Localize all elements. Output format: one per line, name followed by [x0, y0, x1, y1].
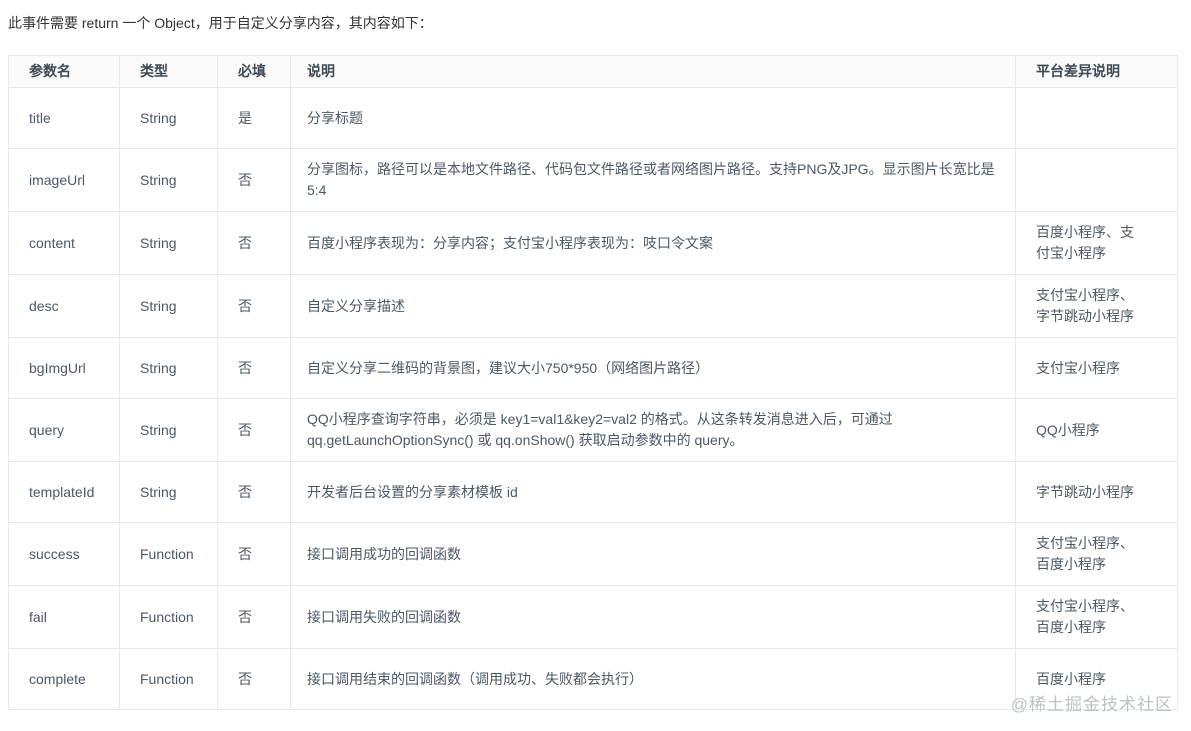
cell-description: 接口调用结束的回调函数（调用成功、失败都会执行）	[290, 648, 1016, 710]
cell-param-name: fail	[8, 585, 120, 649]
cell-platform-diff	[1015, 87, 1178, 149]
cell-platform-diff: QQ小程序	[1015, 398, 1178, 462]
cell-param-name: complete	[8, 648, 120, 710]
cell-required: 否	[217, 648, 291, 710]
table-row: complete Function 否 接口调用结束的回调函数（调用成功、失败都…	[8, 648, 1178, 710]
table-header-row: 参数名 类型 必填 说明 平台差异说明	[8, 55, 1178, 88]
cell-param-name: query	[8, 398, 120, 462]
cell-platform-diff: 百度小程序、支付宝小程序	[1015, 211, 1178, 275]
table-row: fail Function 否 接口调用失败的回调函数 支付宝小程序、百度小程序	[8, 585, 1178, 649]
docs-page: 此事件需要 return 一个 Object，用于自定义分享内容，其内容如下： …	[0, 0, 1191, 731]
cell-platform-diff: 支付宝小程序、百度小程序	[1015, 585, 1178, 649]
cell-platform-diff: 百度小程序	[1015, 648, 1178, 710]
cell-type: String	[119, 211, 218, 275]
intro-text: 此事件需要 return 一个 Object，用于自定义分享内容，其内容如下：	[8, 15, 433, 31]
cell-description: 分享标题	[290, 87, 1016, 149]
column-header-type: 类型	[119, 55, 218, 88]
cell-param-name: imageUrl	[8, 148, 120, 212]
cell-required: 否	[217, 148, 291, 212]
cell-platform-diff: 支付宝小程序、百度小程序	[1015, 522, 1178, 586]
column-header-platform-diff: 平台差异说明	[1015, 55, 1178, 88]
cell-type: String	[119, 398, 218, 462]
cell-type: String	[119, 337, 218, 399]
cell-platform-diff: 支付宝小程序	[1015, 337, 1178, 399]
table-header: 参数名 类型 必填 说明 平台差异说明	[8, 55, 1178, 88]
parameters-table: 参数名 类型 必填 说明 平台差异说明 title String 是 分享标题 …	[8, 55, 1178, 710]
cell-description: 自定义分享描述	[290, 274, 1016, 338]
cell-description: 开发者后台设置的分享素材模板 id	[290, 461, 1016, 523]
cell-description: 分享图标，路径可以是本地文件路径、代码包文件路径或者网络图片路径。支持PNG及J…	[290, 148, 1016, 212]
table-row: success Function 否 接口调用成功的回调函数 支付宝小程序、百度…	[8, 522, 1178, 586]
cell-param-name: desc	[8, 274, 120, 338]
cell-param-name: title	[8, 87, 120, 149]
cell-required: 否	[217, 461, 291, 523]
table-body: title String 是 分享标题 imageUrl String 否 分享…	[8, 87, 1178, 710]
cell-platform-diff	[1015, 148, 1178, 212]
column-header-required: 必填	[217, 55, 291, 88]
cell-description: 自定义分享二维码的背景图，建议大小750*950（网络图片路径）	[290, 337, 1016, 399]
cell-required: 否	[217, 585, 291, 649]
table-row: content String 否 百度小程序表现为：分享内容；支付宝小程序表现为…	[8, 211, 1178, 275]
cell-required: 否	[217, 337, 291, 399]
cell-param-name: success	[8, 522, 120, 586]
table-row: query String 否 QQ小程序查询字符串，必须是 key1=val1&…	[8, 398, 1178, 462]
cell-type: Function	[119, 585, 218, 649]
table-row: templateId String 否 开发者后台设置的分享素材模板 id 字节…	[8, 461, 1178, 523]
cell-required: 否	[217, 274, 291, 338]
column-header-param-name: 参数名	[8, 55, 120, 88]
cell-required: 否	[217, 211, 291, 275]
cell-required: 是	[217, 87, 291, 149]
cell-required: 否	[217, 522, 291, 586]
cell-platform-diff: 字节跳动小程序	[1015, 461, 1178, 523]
table-row: desc String 否 自定义分享描述 支付宝小程序、字节跳动小程序	[8, 274, 1178, 338]
cell-type: Function	[119, 522, 218, 586]
cell-description: 百度小程序表现为：分享内容；支付宝小程序表现为：吱口令文案	[290, 211, 1016, 275]
cell-type: String	[119, 274, 218, 338]
cell-description: 接口调用成功的回调函数	[290, 522, 1016, 586]
cell-description: 接口调用失败的回调函数	[290, 585, 1016, 649]
cell-type: String	[119, 461, 218, 523]
table-row: title String 是 分享标题	[8, 87, 1178, 149]
cell-param-name: content	[8, 211, 120, 275]
cell-param-name: templateId	[8, 461, 120, 523]
table-row: imageUrl String 否 分享图标，路径可以是本地文件路径、代码包文件…	[8, 148, 1178, 212]
column-header-description: 说明	[290, 55, 1016, 88]
cell-type: Function	[119, 648, 218, 710]
cell-type: String	[119, 87, 218, 149]
cell-required: 否	[217, 398, 291, 462]
cell-param-name: bgImgUrl	[8, 337, 120, 399]
table-row: bgImgUrl String 否 自定义分享二维码的背景图，建议大小750*9…	[8, 337, 1178, 399]
cell-description: QQ小程序查询字符串，必须是 key1=val1&key2=val2 的格式。从…	[290, 398, 1016, 462]
cell-platform-diff: 支付宝小程序、字节跳动小程序	[1015, 274, 1178, 338]
cell-type: String	[119, 148, 218, 212]
